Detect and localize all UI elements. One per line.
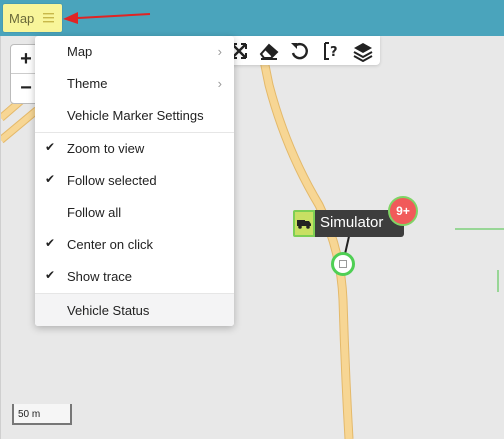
checkmark-icon: ✔ — [45, 268, 56, 282]
menu-item-vehicle-marker-settings[interactable]: Vehicle Marker Settings — [35, 100, 234, 130]
menu-item-theme[interactable]: Theme › — [35, 68, 234, 98]
menu-item-map[interactable]: Map › — [35, 36, 234, 66]
map-dropdown-menu: Map › Theme › Vehicle Marker Settings ✔ … — [35, 36, 234, 326]
menu-item-vehicle-status[interactable]: Vehicle Status — [35, 294, 234, 326]
help-icon[interactable]: ? — [320, 40, 342, 62]
menu-item-show-trace[interactable]: ✔ Show trace — [35, 261, 234, 291]
menu-item-label: Zoom to view — [67, 141, 145, 156]
menu-item-label: Vehicle Marker Settings — [67, 108, 204, 123]
vehicle-position-marker[interactable] — [331, 252, 355, 276]
checkmark-icon: ✔ — [45, 236, 56, 250]
menu-item-label: Center on click — [67, 237, 153, 252]
truck-icon — [293, 210, 315, 237]
layers-icon[interactable] — [352, 40, 374, 62]
marker-square-icon — [339, 260, 347, 268]
menu-item-label: Theme — [67, 76, 108, 91]
menu-item-follow-all[interactable]: Follow all — [35, 197, 234, 227]
checkmark-icon: ✔ — [45, 172, 56, 186]
map-menu-label: Map — [9, 11, 35, 26]
map-menu-button[interactable]: Map — [3, 4, 62, 32]
menu-item-label: Show trace — [67, 269, 133, 284]
checkmark-icon: ✔ — [45, 140, 56, 154]
menu-item-zoom-to-view[interactable]: ✔ Zoom to view — [35, 133, 234, 163]
red-arrow-annotation — [63, 12, 151, 24]
svg-text:?: ? — [330, 45, 338, 60]
menu-item-label: Follow all — [67, 205, 122, 220]
scale-bar: 50 m — [12, 404, 72, 425]
eraser-icon[interactable] — [258, 40, 280, 62]
scale-label: 50 m — [18, 409, 41, 420]
menu-item-label: Vehicle Status — [67, 303, 150, 318]
chevron-right-icon: › — [217, 76, 222, 91]
undo-icon[interactable] — [288, 40, 310, 62]
menu-item-follow-selected[interactable]: ✔ Follow selected — [35, 165, 234, 195]
map-toolbar: ? — [226, 36, 380, 65]
menu-item-label: Follow selected — [67, 173, 157, 188]
hamburger-icon — [43, 13, 54, 23]
vehicle-name: Simulator — [320, 214, 384, 231]
alert-count-badge[interactable]: 9+ — [388, 196, 418, 226]
chevron-right-icon: › — [217, 44, 222, 59]
menu-item-label: Map — [67, 44, 93, 59]
menu-item-center-on-click[interactable]: ✔ Center on click — [35, 229, 234, 259]
